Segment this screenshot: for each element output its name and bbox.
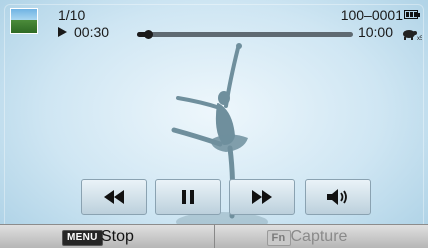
- playback-progress-bar[interactable]: [137, 30, 353, 39]
- capture-label: Capture: [290, 228, 348, 245]
- svg-text:x5: x5: [417, 36, 422, 41]
- rewind-icon: [104, 190, 124, 204]
- file-counter: 1/10: [58, 7, 86, 23]
- video-playback-screen: 1/10 00:30 100–0001 10:00 x5 MENU Stop F…: [0, 0, 428, 248]
- soft-key-bar: MENU Stop Fn Capture: [0, 224, 428, 248]
- play-indicator-icon: [58, 27, 67, 37]
- progress-knob[interactable]: [143, 30, 153, 39]
- file-number: 100–0001: [340, 7, 403, 23]
- rewind-button[interactable]: [81, 179, 147, 215]
- pause-icon: [182, 190, 194, 204]
- speaker-icon: [327, 189, 347, 205]
- turtle-x5-icon: x5: [402, 27, 424, 42]
- pause-button[interactable]: [155, 179, 221, 215]
- battery-full-icon: [404, 10, 420, 19]
- elapsed-time: 00:30: [74, 24, 110, 40]
- stop-soft-key[interactable]: MENU Stop: [0, 224, 214, 248]
- fn-key-label: Fn: [266, 230, 291, 246]
- menu-key-label: MENU: [62, 230, 103, 246]
- stop-label: Stop: [101, 228, 134, 245]
- volume-button[interactable]: [305, 179, 371, 215]
- fast-forward-icon: [252, 190, 272, 204]
- total-time: 10:00: [357, 24, 393, 40]
- photo-thumbnail-icon: [10, 8, 38, 34]
- fast-forward-button[interactable]: [229, 179, 295, 215]
- capture-soft-key[interactable]: Fn Capture: [213, 224, 428, 248]
